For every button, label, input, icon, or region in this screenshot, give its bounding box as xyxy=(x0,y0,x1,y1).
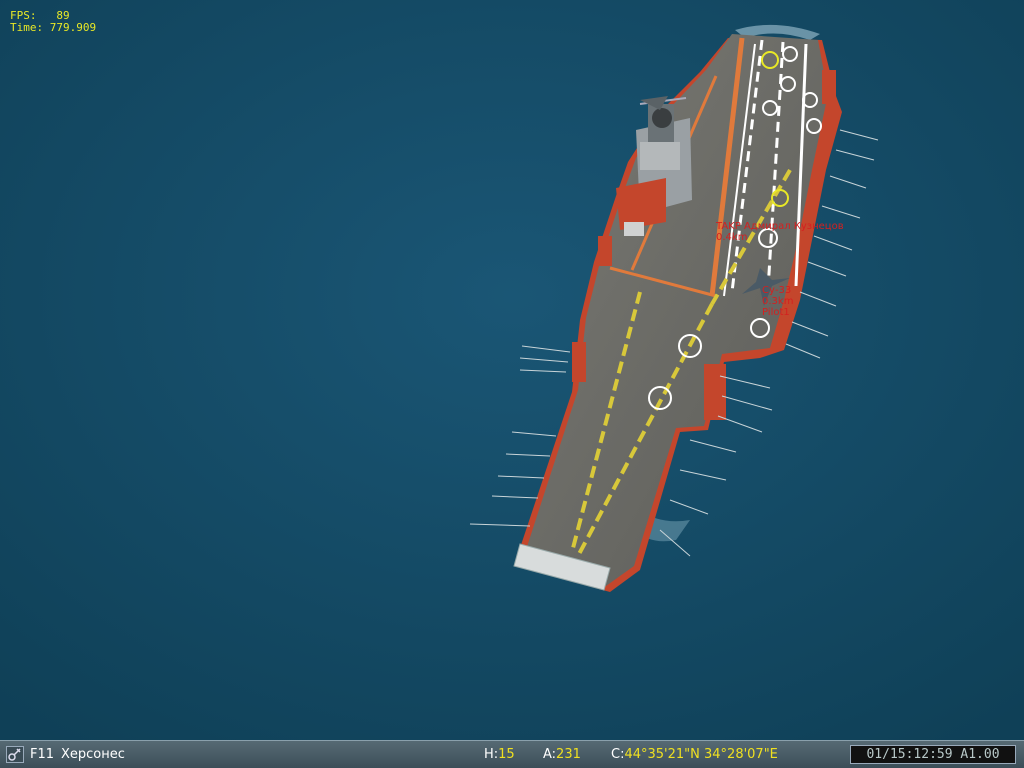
heading-readout: H:15 xyxy=(484,747,515,762)
aircraft-name: Су-33 xyxy=(762,285,792,296)
aircraft-distance: 0.3km xyxy=(762,296,794,307)
carrier-label: TAKP Адмирал Кузнецов 0.4km xyxy=(716,221,844,243)
heading-value: 15 xyxy=(498,747,515,762)
game-scene[interactable] xyxy=(0,0,1024,740)
time-value: 779.909 xyxy=(49,21,97,34)
carrier-distance: 0.4km xyxy=(716,232,748,243)
altitude-value: 231 xyxy=(556,747,581,762)
time-readout: Time: 779.909 xyxy=(10,22,96,34)
view-name: Херсонес xyxy=(61,747,125,762)
aircraft-label: Су-33 0.3km Pilot1 xyxy=(762,285,793,318)
view-key: F11 xyxy=(30,747,55,762)
camera-view-icon[interactable] xyxy=(6,746,24,763)
mission-clock: 01/15:12:59 A1.00 xyxy=(850,745,1016,764)
carrier-name: TAKP Адмирал Кузнецов xyxy=(716,221,844,232)
altitude-label: A: xyxy=(543,747,557,762)
status-bar: F11 Херсонес H:15 A:231 C:44°35'21"N 34°… xyxy=(0,740,1024,768)
sea-background xyxy=(0,0,1024,740)
coords-value: 44°35'21"N 34°28'07"E xyxy=(624,747,778,762)
coords-label: C: xyxy=(611,747,625,762)
coords-readout: C:44°35'21"N 34°28'07"E xyxy=(611,747,778,762)
time-label: Time: xyxy=(10,21,44,34)
aircraft-pilot: Pilot1 xyxy=(762,307,790,318)
heading-label: H: xyxy=(484,747,499,762)
altitude-readout: A:231 xyxy=(543,747,581,762)
